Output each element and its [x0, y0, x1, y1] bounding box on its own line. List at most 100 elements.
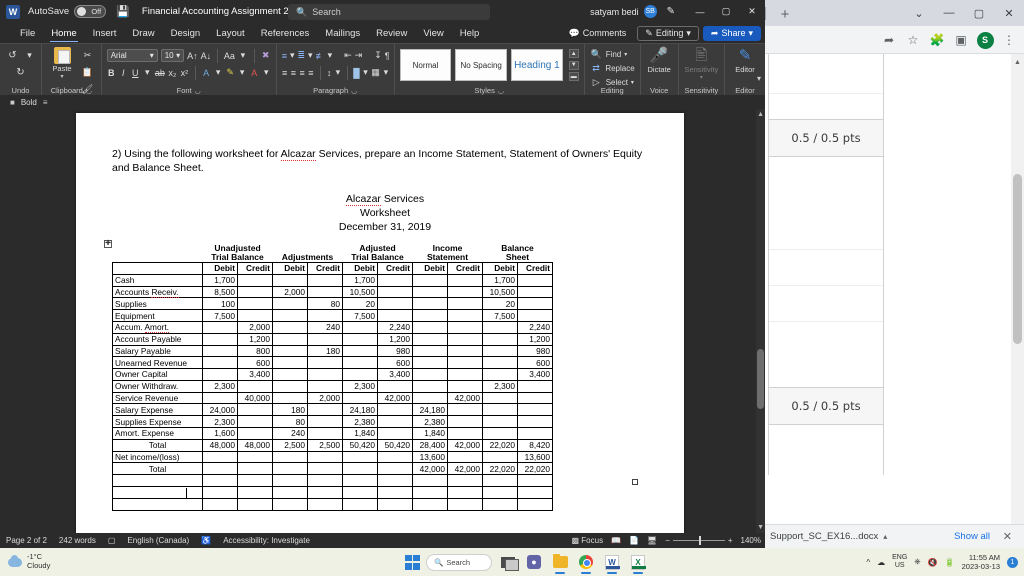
tab-file[interactable]: File — [12, 23, 43, 43]
avatar[interactable]: SB — [643, 5, 657, 18]
scroll-up-arrow-icon[interactable]: ▲ — [757, 111, 764, 118]
sort-icon[interactable]: ↧ — [374, 48, 382, 63]
word-close-button[interactable]: ✕ — [739, 0, 765, 23]
side-panel-icon[interactable]: ▣ — [950, 29, 972, 51]
chevron-down-icon[interactable]: ▾ — [214, 65, 223, 80]
chevron-down-icon[interactable]: ▾ — [23, 48, 36, 63]
dialog-launcher-icon[interactable]: ◡ — [498, 88, 504, 95]
bold-icon[interactable]: B — [107, 65, 116, 80]
cut-icon[interactable]: ✂ — [81, 48, 94, 63]
table-row[interactable]: Accounts Payable 1,200 1,200 1,200 — [112, 332, 553, 346]
collapse-ribbon-icon[interactable]: ▾ — [757, 74, 761, 83]
dialog-launcher-icon[interactable]: ◡ — [195, 88, 201, 95]
extensions-icon[interactable]: 🧩 — [926, 29, 948, 51]
style-normal[interactable]: Normal — [399, 49, 452, 81]
styles-scroll-up-icon[interactable]: ▲ — [568, 49, 579, 58]
redo-icon[interactable]: ↻ — [13, 65, 28, 80]
download-item[interactable]: Support_SC_EX16...docx ▴ — [770, 531, 887, 542]
taskbar-item-file-explorer[interactable] — [550, 552, 570, 574]
tab-references[interactable]: References — [253, 23, 318, 43]
decrease-indent-icon[interactable]: ⇤ — [344, 48, 352, 63]
underline-icon[interactable]: U — [131, 65, 140, 80]
scroll-down-arrow-icon[interactable]: ▼ — [757, 524, 764, 531]
proofing-icon[interactable]: ▢ — [108, 536, 116, 545]
dialog-launcher-icon[interactable]: ◡ — [86, 88, 92, 95]
table-row[interactable]: Salary Payable 800 180 980 980 — [112, 344, 553, 358]
editing-button[interactable]: ✎ Editing ▾ — [637, 25, 699, 41]
increase-indent-icon[interactable]: ⇥ — [355, 48, 363, 63]
word-maximize-button[interactable]: ▢ — [713, 0, 739, 23]
table-row[interactable]: Amort. Expense 1,600 240 1,840 1,840 — [112, 427, 553, 440]
ribbon-display-options-icon[interactable]: ✎ — [667, 6, 675, 17]
language-indicator[interactable]: English (Canada) — [127, 536, 189, 545]
download-bar-close-icon[interactable]: ✕ — [1003, 530, 1012, 543]
style-heading-1[interactable]: Heading 1 — [511, 49, 563, 81]
subscript-icon[interactable]: x₂ — [168, 65, 177, 80]
start-button[interactable] — [405, 554, 420, 570]
chevron-down-icon[interactable]: ▾ — [383, 65, 389, 80]
zoom-track[interactable] — [672, 536, 725, 545]
browser-minimize-button[interactable]: — — [934, 0, 964, 26]
taskbar-item-chrome[interactable] — [576, 552, 596, 574]
bookmark-star-icon[interactable]: ☆ — [902, 29, 924, 51]
borders-icon[interactable]: ▦ — [371, 65, 380, 80]
accessibility-status[interactable]: Accessibility: Investigate — [223, 536, 310, 545]
page-indicator[interactable]: Page 2 of 2 — [6, 536, 47, 545]
table-row[interactable]: Equipment 7,500 7,500 7,500 — [112, 309, 553, 322]
zoom-in-button[interactable]: + — [728, 536, 733, 545]
zoom-out-button[interactable]: − — [665, 536, 670, 545]
taskbar-search[interactable]: 🔍 Search — [426, 553, 492, 571]
decrease-font-size-icon[interactable]: A↓ — [201, 48, 212, 63]
highlight-color-icon[interactable]: ✎ — [226, 65, 235, 80]
word-count[interactable]: 242 words — [59, 536, 96, 545]
taskbar-item-word[interactable]: W — [602, 552, 622, 574]
word-minimize-button[interactable]: — — [687, 0, 713, 23]
browser-scrollbar[interactable]: ▲ ▼ — [1011, 54, 1024, 548]
increase-font-size-icon[interactable]: A↑ — [187, 48, 198, 63]
styles-scroll-down-icon[interactable]: ▼ — [568, 60, 579, 70]
font-family-combo[interactable]: Arial ▾ — [106, 49, 158, 62]
zoom-level[interactable]: 140% — [741, 536, 761, 545]
web-layout-icon[interactable]: 🖥 — [647, 536, 657, 545]
font-size-combo[interactable]: 10 ▾ — [160, 49, 185, 62]
new-tab-button[interactable]: + — [775, 4, 795, 24]
tab-insert[interactable]: Insert — [85, 23, 125, 43]
dictate-button[interactable]: 🎤 Dictate — [642, 47, 676, 75]
copy-icon[interactable]: 📋 — [81, 65, 94, 80]
tab-view[interactable]: View — [415, 23, 451, 43]
autosave-control[interactable]: AutoSave Off — [28, 5, 107, 18]
tab-design[interactable]: Design — [163, 23, 209, 43]
document-scrollbar-thumb[interactable] — [757, 349, 764, 409]
replace-button[interactable]: ⇄ Replace — [590, 61, 634, 75]
volume-muted-icon[interactable]: 🔇 — [928, 558, 938, 567]
zoom-slider[interactable]: − + — [665, 536, 733, 545]
multilevel-list-icon[interactable]: ≢ — [316, 48, 325, 63]
show-formatting-marks-icon[interactable]: ¶ — [385, 48, 390, 63]
line-spacing-icon[interactable]: ↕ — [326, 65, 332, 80]
onedrive-icon[interactable]: ☁ — [877, 558, 885, 567]
print-layout-icon[interactable]: 📄 — [629, 536, 639, 545]
table-row[interactable] — [112, 474, 553, 488]
focus-button[interactable]: ▩ Focus — [572, 536, 604, 545]
change-case-icon[interactable]: Aa — [224, 48, 235, 63]
table-row[interactable]: Accum. Amort. 2,000 240 2,240 2,240 — [112, 320, 553, 334]
table-row[interactable]: Total 48,000 48,000 2,500 2,500 50,420 50,420 2… — [112, 438, 553, 452]
table-row[interactable] — [112, 497, 553, 511]
table-row[interactable] — [112, 486, 553, 499]
superscript-icon[interactable]: x² — [180, 65, 189, 80]
table-row[interactable]: Total 42,000 42,000 22,020 22,020 — [112, 462, 553, 476]
table-row[interactable]: Net income/(loss) 13,600 13,600 — [112, 450, 553, 464]
table-row[interactable]: Cash 1,700 1,700 1,700 — [112, 273, 553, 287]
clock[interactable]: 11:55 AM 2023-03-13 — [962, 553, 1000, 571]
browser-menu-icon[interactable]: ⋮ — [998, 29, 1020, 51]
browser-maximize-button[interactable]: ▢ — [964, 0, 994, 26]
table-row[interactable]: Owner Capital 3,400 3,400 3,400 — [112, 368, 553, 381]
search-input[interactable]: 🔍 Search — [288, 4, 490, 20]
chevron-down-icon[interactable]: ▾ — [290, 48, 295, 63]
editor-button[interactable]: ✎ Editor — [728, 47, 762, 75]
chevron-down-icon[interactable]: ▾ — [262, 65, 271, 80]
dialog-launcher-icon[interactable]: ◡ — [351, 88, 357, 95]
wifi-icon[interactable]: ⎈ — [914, 557, 920, 567]
avatar[interactable]: S — [974, 29, 996, 51]
weather-widget[interactable]: -1°C Cloudy — [8, 553, 50, 570]
